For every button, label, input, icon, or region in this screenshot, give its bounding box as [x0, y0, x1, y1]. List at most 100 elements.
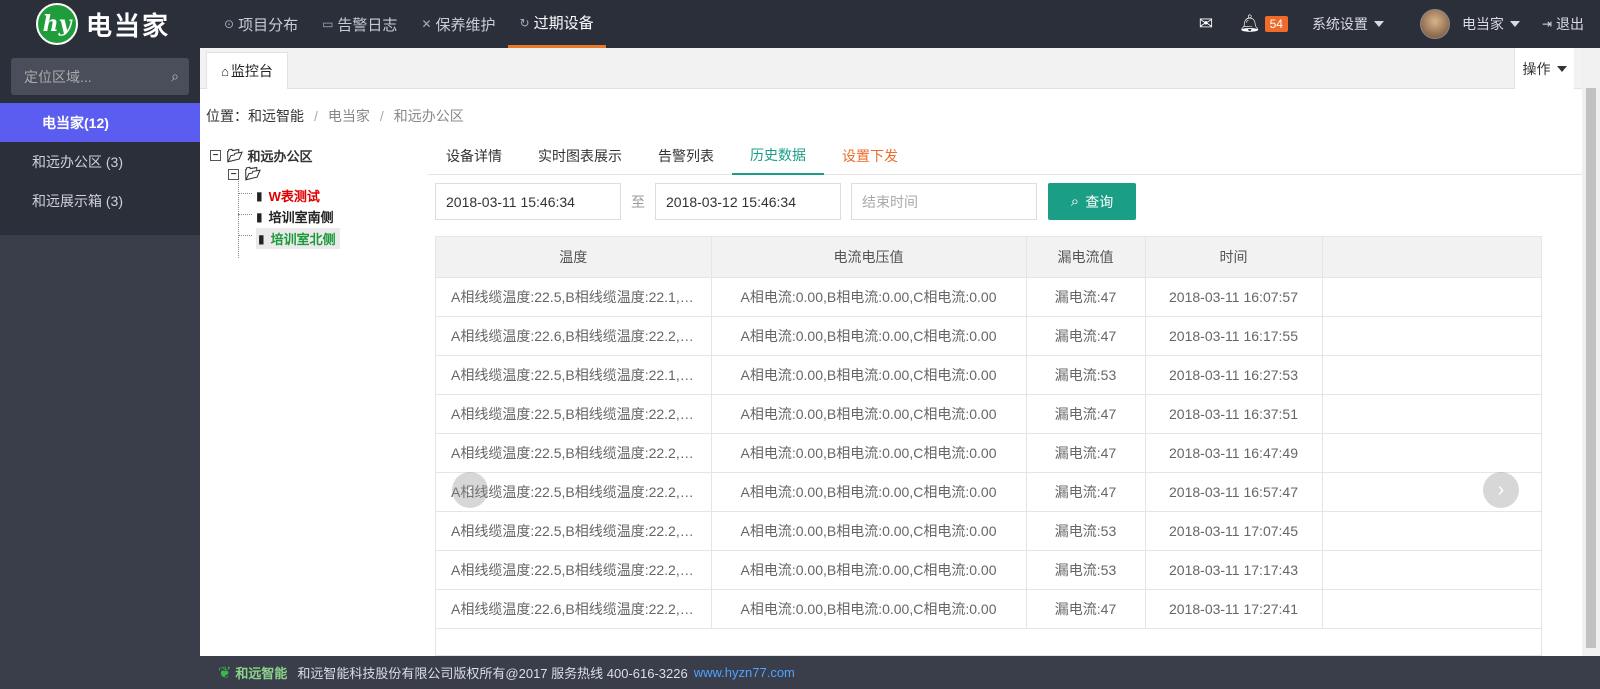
nav-item-project-map[interactable]: ⊙ 项目分布 [212, 0, 310, 48]
bell-icon: 🔔︎ [1238, 14, 1261, 33]
table-row[interactable]: A相线缆温度:22.5,B相线缆温度:22.2,C... A相电流:0.00,B相… [436, 511, 1541, 551]
table-cell: A相电流:0.00,B相电流:0.00,C相电流:0.00 [711, 433, 1027, 473]
next-arrow-button[interactable]: › [1483, 472, 1519, 508]
prev-arrow-button[interactable]: ‹ [452, 472, 488, 508]
table-row[interactable]: A相线缆温度:22.5,B相线缆温度:22.2,C... A相电流:0.00,B相… [436, 472, 1541, 512]
nav-item-label: 项目分布 [238, 16, 299, 34]
table-row[interactable]: A相线缆温度:22.5,B相线缆温度:22.1,C... A相电流:0.00,B相… [436, 277, 1541, 317]
system-settings-menu[interactable]: 系统设置 [1312, 14, 1384, 34]
tab-history-data[interactable]: 历史数据 [732, 136, 824, 175]
column-header[interactable]: 电流电压值 [711, 237, 1027, 278]
table-cell: 漏电流:47 [1026, 589, 1146, 629]
tree-leaf-south[interactable]: ▮ 培训室南侧 [256, 207, 334, 226]
sidebar-item-diandangjia[interactable]: 电当家(12) [0, 103, 200, 142]
table-cell: A相电流:0.00,B相电流:0.00,C相电流:0.00 [711, 550, 1027, 590]
chevron-down-icon [1509, 21, 1520, 27]
notifications-button[interactable]: 🔔︎ 54 [1239, 14, 1288, 34]
history-table-container: 温度 电流电压值 漏电流值 时间 A相线缆温度:22.5,B相线缆温度:22.1… [435, 236, 1542, 656]
table-cell: A相电流:0.00,B相电流:0.00,C相电流:0.00 [711, 472, 1027, 512]
table-row[interactable]: A相线缆温度:22.6,B相线缆温度:22.2,C... A相电流:0.00,B相… [436, 316, 1541, 356]
footer-copyright: 和远智能科技股份有限公司版权所有@2017 服务热线 400-616-3226 [297, 666, 688, 681]
operations-dropdown[interactable]: 操作 [1514, 48, 1574, 89]
user-name: 电当家 [1461, 16, 1504, 32]
table-row[interactable]: A相线缆温度:22.6,B相线缆温度:22.2,C... A相电流:0.00,B相… [436, 589, 1541, 629]
table-cell: A相电流:0.00,B相电流:0.00,C相电流:0.00 [711, 589, 1027, 629]
column-header[interactable]: 漏电流值 [1026, 237, 1146, 278]
mail-icon[interactable]: ✉ [1199, 14, 1213, 34]
footer-link[interactable]: www.hyzn77.com [694, 665, 795, 680]
logout-icon: ⇥ [1541, 17, 1552, 31]
tree-connector [238, 214, 252, 215]
table-cell-empty [1322, 277, 1541, 317]
table-row[interactable]: A相线缆温度:22.5,B相线缆温度:22.1,C... A相电流:0.00,B相… [436, 355, 1541, 395]
table-row[interactable]: A相线缆温度:22.5,B相线缆温度:22.2,C... A相电流:0.00,B相… [436, 394, 1541, 434]
user-menu[interactable]: 电当家 [1462, 14, 1520, 34]
tree-node-root[interactable]: − 📂︎ 和远办公区 [210, 146, 313, 165]
scrollbar-thumb[interactable] [1586, 88, 1596, 648]
collapse-icon[interactable]: − [210, 150, 221, 161]
table-cell: 漏电流:53 [1026, 550, 1146, 590]
breadcrumb-item[interactable]: 和远智能 [248, 108, 304, 124]
end-time-input[interactable] [655, 183, 841, 220]
table-cell-empty [1322, 394, 1541, 434]
breadcrumb-item[interactable]: 电当家 [328, 108, 370, 124]
avatar[interactable] [1419, 9, 1450, 39]
tree-leaf-w-meter[interactable]: ▮ W表测试 [256, 186, 320, 205]
sidebar-item-label: 和远办公区 (3) [32, 153, 123, 170]
table-cell: 漏电流:53 [1026, 355, 1146, 395]
search-icon[interactable]: ⌕ [171, 68, 179, 85]
start-time-input[interactable] [435, 183, 621, 220]
nav-item-expired-devices[interactable]: ↻ 过期设备 [507, 0, 606, 48]
folder-open-icon: 📂︎ [245, 166, 262, 181]
app-logo[interactable]: hy 电当家 [36, 3, 170, 45]
file-icon: ▮ [258, 231, 265, 246]
tab-realtime-chart[interactable]: 实时图表展示 [520, 136, 640, 175]
table-header-row: 温度 电流电压值 漏电流值 时间 [436, 237, 1541, 278]
table-cell: 2018-03-11 16:17:55 [1145, 316, 1323, 356]
footer-logo: ❦ 和远智能 [218, 663, 287, 683]
main-nav: ⊙ 项目分布 ▭ 告警日志 ✕ 保养维护 ↻ 过期设备 [212, 0, 606, 48]
breadcrumb-item[interactable]: 和远办公区 [394, 108, 464, 124]
table-cell: 2018-03-11 17:07:45 [1145, 511, 1323, 551]
tree-connector [238, 172, 239, 258]
file-icon: ▮ [256, 209, 263, 224]
table-row[interactable]: A相线缆温度:22.5,B相线缆温度:22.2,C... A相电流:0.00,B相… [436, 550, 1541, 590]
column-header-empty [1322, 237, 1541, 278]
page-tabs: ⌂ 监控台 操作 [200, 48, 1582, 89]
tree-leaf-label: 培训室南侧 [268, 210, 334, 225]
table-cell: 2018-03-11 17:17:43 [1145, 550, 1323, 590]
nav-item-maintenance[interactable]: ✕ 保养维护 [409, 0, 507, 48]
collapse-icon[interactable]: − [228, 168, 239, 180]
column-header[interactable]: 温度 [436, 237, 712, 278]
table-row[interactable]: A相线缆温度:22.5,B相线缆温度:22.2,C... A相电流:0.00,B相… [436, 433, 1541, 473]
tab-monitor[interactable]: ⌂ 监控台 [206, 52, 288, 89]
table-cell: 漏电流:47 [1026, 316, 1146, 356]
table-cell: A相线缆温度:22.5,B相线缆温度:22.2,C... [436, 550, 712, 590]
area-search-input[interactable] [11, 58, 151, 95]
tree-node-label: 和远办公区 [247, 149, 313, 164]
tree-connector [238, 235, 252, 236]
query-button[interactable]: ⌕ 查询 [1048, 183, 1136, 220]
logout-button[interactable]: ⇥ 退出 [1542, 14, 1584, 34]
table-cell: A相线缆温度:22.5,B相线缆温度:22.2,C... [436, 394, 712, 434]
table-cell: 漏电流:47 [1026, 433, 1146, 473]
tab-device-details[interactable]: 设备详情 [428, 136, 520, 175]
table-cell: A相电流:0.00,B相电流:0.00,C相电流:0.00 [711, 316, 1027, 356]
sidebar-item-office[interactable]: 和远办公区 (3) [0, 142, 200, 181]
tree-node-sub[interactable]: − 📂︎ [228, 166, 266, 182]
sidebar-panel: ⌕ 电当家(12) 和远办公区 (3) 和远展示箱 (3) [0, 48, 200, 235]
tree-leaf-north[interactable]: ▮ 培训室北侧 [256, 228, 340, 249]
footer-logo-text: 和远智能 [235, 666, 288, 681]
end-time-empty-input[interactable] [851, 183, 1037, 220]
tab-label: 监控台 [230, 63, 273, 79]
tab-send-settings[interactable]: 设置下发 [824, 136, 916, 175]
main-content: ⌂ 监控台 操作 位置：和远智能 / 电当家 / 和远办公区 − 📂︎ 和远办公区 − 📂︎ ▮… [200, 48, 1582, 656]
column-header[interactable]: 时间 [1145, 237, 1323, 278]
table-cell: A相线缆温度:22.5,B相线缆温度:22.2,C... [436, 433, 712, 473]
table-cell: 2018-03-11 16:47:49 [1145, 433, 1323, 473]
scrollbar[interactable] [1582, 48, 1600, 656]
sidebar-item-showcase[interactable]: 和远展示箱 (3) [0, 181, 200, 220]
tree-leaf-label: W表测试 [268, 189, 320, 204]
tab-alarm-list[interactable]: 告警列表 [640, 136, 732, 175]
nav-item-alarm-log[interactable]: ▭ 告警日志 [310, 0, 409, 48]
